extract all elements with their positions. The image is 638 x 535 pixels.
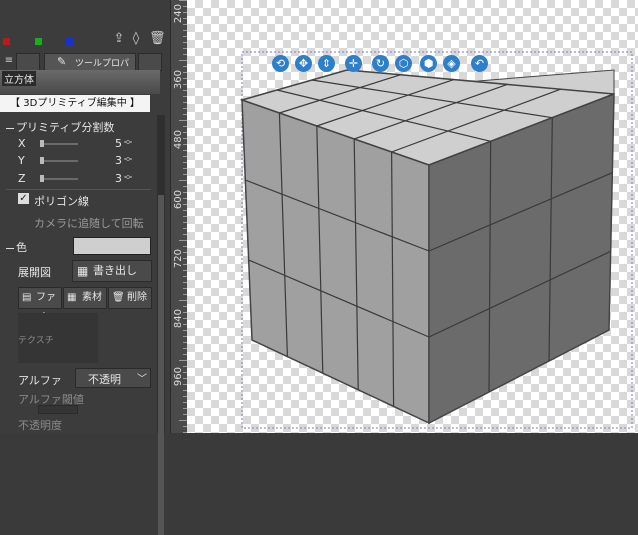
collapse-icon [6,247,14,249]
axis-x-slider[interactable] [40,143,78,145]
ruler-tick [179,120,187,121]
export-layer-icon[interactable]: ⇪ [112,32,126,46]
tab-tool-property[interactable]: ✎ ツールプロパテ [44,53,136,82]
export-button[interactable]: ▦ 書き出し [72,260,152,282]
alpha-label: アルファ [18,374,62,387]
object-move-icon[interactable]: ⬢ [420,55,437,72]
axis-z-slider[interactable] [40,178,78,180]
export-button-label: 書き出し [93,264,137,277]
opacity-label: 不透明度 [18,419,62,432]
divider [6,189,151,190]
axis-x-knob[interactable] [40,140,44,147]
object-rotate-icon[interactable]: ⬡ [395,55,412,72]
vertical-ruler: 240 360 480 600 720 840 960 [170,0,188,433]
fill-icon[interactable]: ◊ [129,32,143,46]
axis-z-value: 3 [115,172,122,185]
trash-icon[interactable]: 🗑 [149,32,166,46]
ruler-tick [179,240,187,241]
color-section-label: 色 [16,241,27,254]
file-icon: ▤ [22,292,32,303]
ruler-tick [179,360,187,361]
camera-pan-icon[interactable]: ✥ [295,55,312,72]
axis-z-knob[interactable] [40,175,44,182]
axis-y-value: 3 [115,154,122,167]
ruler-tick [179,420,187,421]
ruler-tick [179,60,187,61]
texture-label: テクスチ [18,336,54,346]
delete-button-label: 削除 [127,292,147,303]
tab-other[interactable] [138,53,162,71]
camera-dolly-icon[interactable]: ⇕ [318,55,335,72]
ruler-tick [179,180,187,181]
blue-swatch[interactable] [66,38,73,45]
delete-button[interactable]: 🗑 削除 [108,287,152,309]
alpha-select[interactable]: 不透明 ﹀ [75,368,151,388]
green-swatch[interactable] [35,38,42,45]
camera-rotate-icon[interactable]: ⟲ [272,55,289,72]
rotate-with-camera-label: カメラに追随して回転 [34,217,144,230]
scrollbar-thumb[interactable] [158,195,164,535]
axis-y-slider[interactable] [40,160,78,162]
collapse-icon [6,127,14,129]
axis-x-label: X [18,137,26,150]
panel-scrollbar[interactable] [157,115,165,535]
chevron-down-icon: ﹀ [137,374,147,385]
axis-z-label: Z [18,172,26,185]
color-section-header[interactable]: 色 [6,239,27,255]
axis-x-spinner[interactable]: ︿ ﹀ [124,136,132,150]
canvas[interactable]: ⟲ ✥ ⇕ ✛ ↻ ⬡ ⬢ ◈ ↶ [187,0,638,433]
color-well[interactable] [73,237,151,255]
axis-y-spinner[interactable]: ︿ ﹀ [124,153,132,167]
file-button[interactable]: ▤ ファイ [18,287,62,323]
move-icon[interactable]: ✛ [345,55,362,72]
scale-icon[interactable]: ◈ [443,55,460,72]
axis-y-knob[interactable] [40,157,44,164]
polygon-lines-label: ポリゴン線 [34,195,89,208]
tool-property-panel: ⇪ ◊ 🗑 ≡ ✎ ツールプロパテ 立方体 【 3Dプリミティブ編集中 】 プリ… [0,0,170,535]
primitive-section-label: プリミティブ分割数 [16,121,115,134]
rotate-icon[interactable]: ↻ [372,55,389,72]
axis-y-label: Y [18,154,25,167]
material-icon: ▦ [67,292,77,303]
cube-viewport[interactable] [187,0,638,433]
ruler-tick [179,0,187,1]
object-name: 立方体 [2,71,36,86]
mode-banner: 【 3Dプリミティブ編集中 】 [0,95,150,112]
primitive-section-header[interactable]: プリミティブ分割数 [6,119,114,135]
polygon-lines-checkbox[interactable]: ✓ [18,193,29,204]
trash-icon: 🗑 [112,292,125,303]
material-button-label: 素材 [82,292,102,303]
unfold-label: 展開図 [18,266,51,279]
tab-brush[interactable] [16,53,40,71]
axis-z-spinner[interactable]: ︿ ﹀ [124,171,132,185]
alpha-threshold-field[interactable] [38,405,78,414]
grid-icon: ▦ [77,264,89,278]
axis-x-value: 5 [115,137,122,150]
material-button[interactable]: ▦ 素材 [63,287,107,309]
menu-icon[interactable]: ≡ [2,54,16,68]
tool-property-icon: ✎ [57,55,67,68]
red-swatch[interactable] [3,38,10,45]
alpha-select-value: 不透明 [88,373,121,386]
ruler-tick [179,300,187,301]
reset-icon[interactable]: ↶ [471,55,488,72]
